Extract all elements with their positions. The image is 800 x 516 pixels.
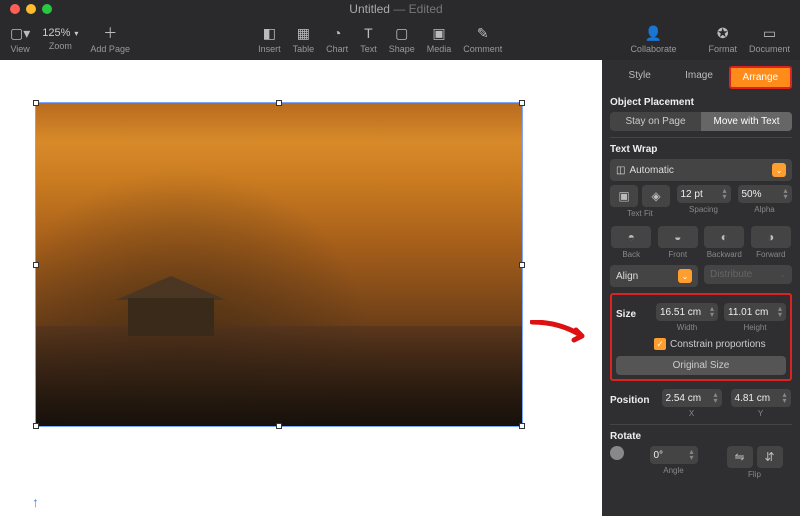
collaborate-icon: 👤 bbox=[645, 24, 662, 42]
placement-segmented[interactable]: Stay on Page Move with Text bbox=[610, 112, 792, 131]
send-backward-button[interactable]: ◐ bbox=[704, 226, 744, 248]
wrap-mode-icon: ◫ bbox=[616, 165, 625, 176]
resize-handle[interactable] bbox=[33, 262, 39, 268]
alpha-stepper[interactable]: 50%▴▾ bbox=[738, 185, 792, 203]
format-inspector: Style Image Arrange Object Placement Sta… bbox=[602, 60, 800, 516]
callout-arrow-icon bbox=[530, 320, 590, 346]
size-section: Size 16.51 cm▴▾ Width 11.01 cm▴▾ Height … bbox=[610, 293, 792, 381]
view-menu[interactable]: ▢▾ View bbox=[10, 24, 30, 54]
chevron-down-icon: ⌄ bbox=[772, 163, 786, 177]
media-menu[interactable]: ▣Media bbox=[427, 24, 452, 54]
text-wrap-select[interactable]: ◫Automatic ⌄ bbox=[610, 159, 792, 181]
insert-icon: ◧ bbox=[263, 24, 276, 42]
zoom-control[interactable]: 125%▾ Zoom bbox=[42, 27, 78, 51]
resize-handle[interactable] bbox=[276, 423, 282, 429]
media-icon: ▣ bbox=[432, 24, 445, 42]
document-canvas[interactable]: ↑ bbox=[0, 60, 602, 516]
flip-vertical-button[interactable]: ⇵ bbox=[757, 446, 783, 468]
align-select[interactable]: Align⌄ bbox=[610, 265, 698, 287]
add-page-button[interactable]: ＋ Add Page bbox=[90, 24, 130, 54]
placement-move[interactable]: Move with Text bbox=[701, 112, 792, 131]
flip-horizontal-button[interactable]: ⇋ bbox=[727, 446, 753, 468]
checkmark-icon: ✓ bbox=[654, 338, 666, 350]
object-placement-title: Object Placement bbox=[610, 97, 792, 108]
rotate-knob[interactable] bbox=[610, 446, 624, 460]
position-title: Position bbox=[610, 395, 654, 406]
tab-style[interactable]: Style bbox=[610, 66, 669, 89]
add-page-icon: ＋ bbox=[103, 24, 117, 42]
angle-stepper[interactable]: 0°▴▾ bbox=[650, 446, 698, 464]
resize-handle[interactable] bbox=[519, 262, 525, 268]
close-light[interactable] bbox=[10, 4, 20, 14]
tab-image[interactable]: Image bbox=[669, 66, 728, 89]
document-icon: ▭ bbox=[763, 24, 776, 42]
insertion-marker-icon: ↑ bbox=[32, 494, 39, 510]
resize-handle[interactable] bbox=[519, 100, 525, 106]
window-controls bbox=[0, 4, 52, 14]
textfit-rect-button[interactable]: ▣ bbox=[610, 185, 638, 207]
original-size-button[interactable]: Original Size bbox=[616, 356, 786, 375]
text-menu[interactable]: TText bbox=[360, 24, 377, 54]
selected-image[interactable] bbox=[35, 102, 523, 427]
collaborate-button[interactable]: 👤Collaborate bbox=[630, 24, 676, 54]
textfit-contour-button[interactable]: ◈ bbox=[642, 185, 670, 207]
doc-state: — Edited bbox=[393, 2, 442, 16]
window-title: Untitled — Edited bbox=[52, 2, 740, 16]
chart-icon: ◔ bbox=[333, 24, 341, 42]
table-icon: ▦ bbox=[297, 24, 310, 42]
chart-menu[interactable]: ◔Chart bbox=[326, 24, 348, 54]
size-title: Size bbox=[616, 309, 650, 320]
rotate-title: Rotate bbox=[610, 431, 792, 442]
x-stepper[interactable]: 2.54 cm▴▾ bbox=[662, 389, 722, 407]
bring-front-button[interactable]: ◒ bbox=[658, 226, 698, 248]
height-stepper[interactable]: 11.01 cm▴▾ bbox=[724, 303, 786, 321]
send-back-button[interactable]: ◓ bbox=[611, 226, 651, 248]
spacing-stepper[interactable]: 12 pt▴▾ bbox=[677, 185, 731, 203]
view-icon: ▢▾ bbox=[10, 24, 30, 42]
bring-forward-button[interactable]: ◑ bbox=[751, 226, 791, 248]
resize-handle[interactable] bbox=[33, 100, 39, 106]
constrain-checkbox[interactable]: ✓ Constrain proportions bbox=[616, 338, 786, 350]
tab-arrange[interactable]: Arrange bbox=[729, 66, 792, 89]
minimize-light[interactable] bbox=[26, 4, 36, 14]
format-button[interactable]: ✪Format bbox=[708, 24, 737, 54]
toolbar: ▢▾ View 125%▾ Zoom ＋ Add Page ◧Insert ▦T… bbox=[0, 18, 800, 60]
insert-menu[interactable]: ◧Insert bbox=[258, 24, 281, 54]
y-stepper[interactable]: 4.81 cm▴▾ bbox=[731, 389, 791, 407]
resize-handle[interactable] bbox=[519, 423, 525, 429]
doc-name: Untitled bbox=[349, 2, 390, 16]
format-icon: ✪ bbox=[717, 24, 729, 42]
text-icon: T bbox=[364, 24, 373, 42]
resize-handle[interactable] bbox=[276, 100, 282, 106]
placement-stay[interactable]: Stay on Page bbox=[610, 112, 701, 131]
comment-icon: ✎ bbox=[477, 24, 489, 42]
image-autumn-cabin bbox=[36, 103, 522, 426]
inspector-tabs: Style Image Arrange bbox=[610, 66, 792, 89]
shape-icon: ▢ bbox=[395, 24, 408, 42]
table-menu[interactable]: ▦Table bbox=[293, 24, 315, 54]
width-stepper[interactable]: 16.51 cm▴▾ bbox=[656, 303, 718, 321]
document-button[interactable]: ▭Document bbox=[749, 24, 790, 54]
shape-menu[interactable]: ▢Shape bbox=[389, 24, 415, 54]
title-bar: Untitled — Edited bbox=[0, 0, 800, 18]
chevron-down-icon: ⌄ bbox=[678, 269, 692, 283]
distribute-select: Distribute⌄ bbox=[704, 265, 792, 284]
comment-button[interactable]: ✎Comment bbox=[463, 24, 502, 54]
resize-handle[interactable] bbox=[33, 423, 39, 429]
zoom-light[interactable] bbox=[42, 4, 52, 14]
text-wrap-title: Text Wrap bbox=[610, 144, 792, 155]
